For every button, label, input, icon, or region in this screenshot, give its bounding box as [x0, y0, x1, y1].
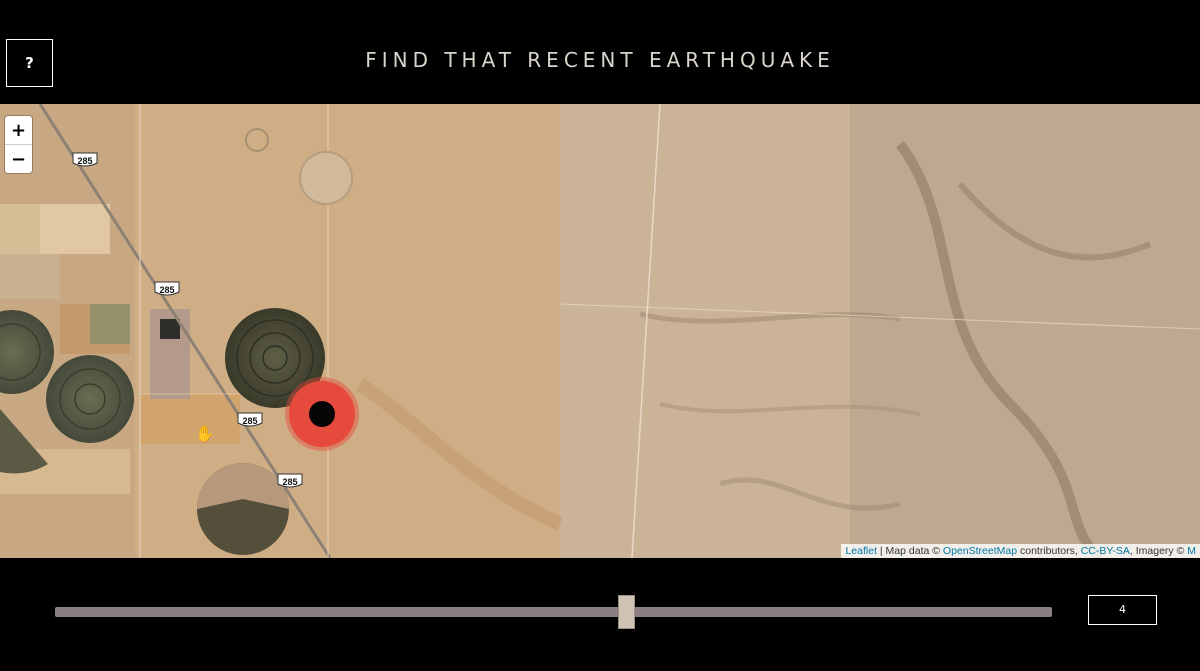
hand-cursor-icon: ✋	[195, 426, 215, 443]
route-shield-1: 285	[72, 152, 98, 167]
svg-text:285: 285	[282, 477, 297, 487]
osm-link[interactable]: OpenStreetMap	[943, 545, 1017, 557]
svg-text:285: 285	[77, 156, 92, 166]
plus-icon: +	[10, 119, 27, 141]
zoom-out-button[interactable]: −	[5, 145, 32, 173]
time-slider-track[interactable]	[55, 607, 1052, 617]
zoom-in-button[interactable]: +	[5, 116, 32, 145]
imagery-link[interactable]: M	[1187, 545, 1196, 557]
route-shield-2: 285	[154, 281, 180, 296]
footer: 4	[0, 558, 1200, 671]
earthquake-marker-icon[interactable]	[289, 381, 355, 447]
satellite-imagery	[0, 104, 1200, 558]
minus-icon: −	[10, 148, 27, 170]
leaflet-link[interactable]: Leaflet	[845, 545, 877, 557]
time-slider-thumb[interactable]	[617, 595, 635, 629]
slider-value-box: 4	[1088, 595, 1157, 625]
attribution-text-1: | Map data ©	[877, 545, 943, 557]
marker-center	[309, 401, 335, 427]
route-shield-4: 285	[277, 473, 303, 488]
page-title: FIND THAT RECENT EARTHQUAKE	[365, 48, 835, 72]
attribution-text-2: contributors,	[1017, 545, 1081, 557]
satellite-map[interactable]: + − 285 285 285 285 ✋ Leaflet | Map data…	[0, 104, 1200, 558]
map-attribution: Leaflet | Map data © OpenStreetMap contr…	[841, 544, 1200, 558]
route-shield-3: 285	[237, 412, 263, 427]
header: ? FIND THAT RECENT EARTHQUAKE	[0, 0, 1200, 104]
zoom-control: + −	[5, 116, 32, 173]
attribution-text-3: , Imagery ©	[1129, 545, 1188, 557]
svg-text:285: 285	[242, 416, 257, 426]
svg-text:285: 285	[159, 285, 174, 295]
license-link[interactable]: CC-BY-SA	[1081, 545, 1130, 557]
